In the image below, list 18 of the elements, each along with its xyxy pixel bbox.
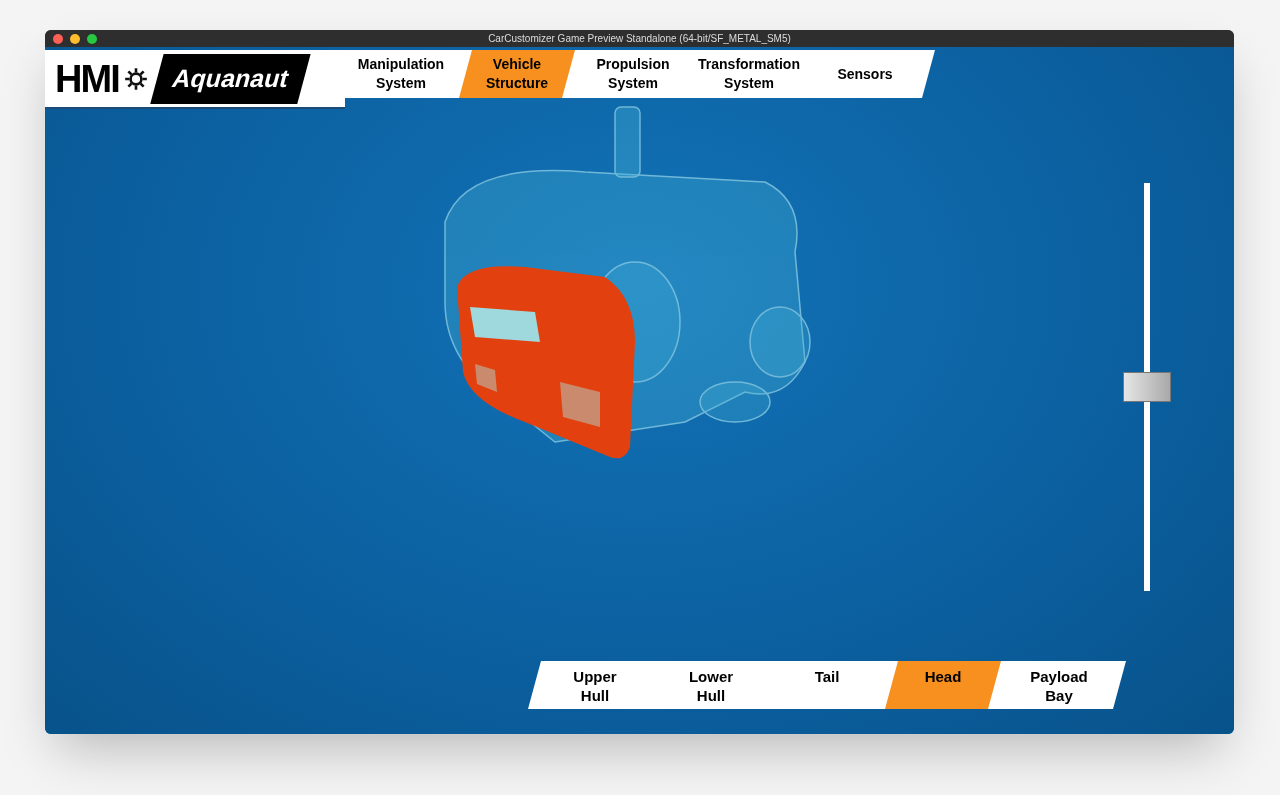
part-tab[interactable]: Payload Bay [1001, 661, 1117, 709]
logo-name: Aquanaut [150, 53, 311, 104]
nav-tab[interactable]: Manipulation System [343, 50, 459, 98]
nav-tab[interactable]: Sensors [807, 50, 923, 98]
part-tab[interactable]: Upper Hull [537, 661, 653, 709]
slider-thumb[interactable] [1123, 372, 1171, 402]
nav-tab[interactable]: Transformation System [691, 50, 807, 98]
logo-mark: HMI [55, 59, 119, 98]
minimize-button[interactable] [70, 33, 80, 44]
part-tab[interactable]: Tail [769, 661, 885, 709]
nav-tab[interactable]: Propulsion System [575, 50, 691, 98]
gear-icon [122, 65, 149, 92]
nav-tab[interactable]: Vehicle Structure [459, 50, 575, 98]
part-tab[interactable]: Head [885, 661, 1001, 709]
window-title: CarCustomizer Game Preview Standalone (64-bit/SF_METAL_SM5) [487, 32, 792, 46]
part-tab[interactable]: Lower Hull [653, 661, 769, 709]
zoom-button[interactable] [87, 33, 97, 44]
close-button[interactable] [53, 33, 63, 44]
